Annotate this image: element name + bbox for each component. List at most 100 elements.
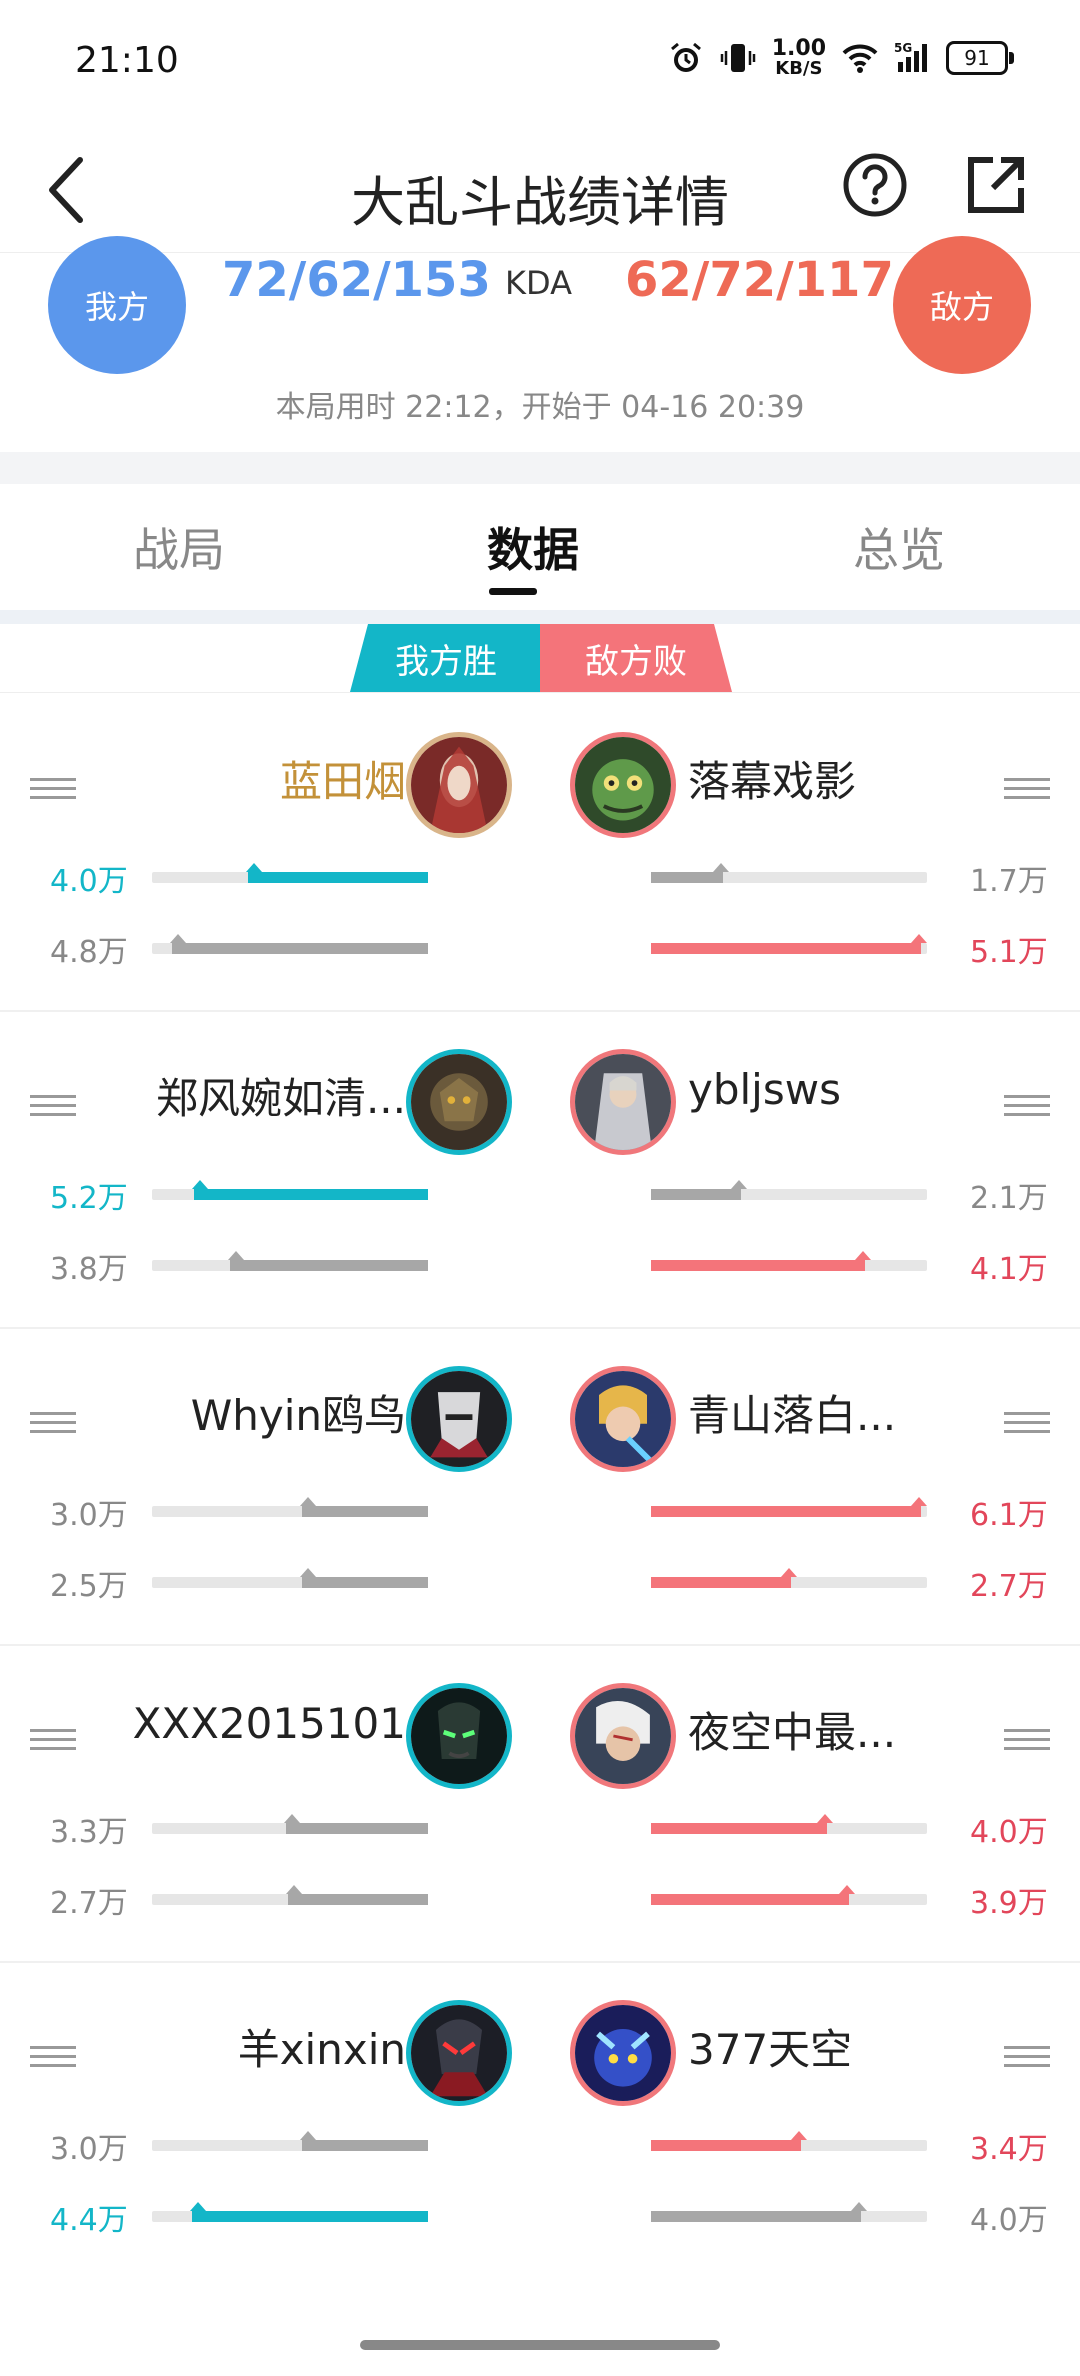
- taken-bar-theirs: [651, 1251, 927, 1271]
- tab-data[interactable]: 数据: [487, 514, 579, 580]
- bar-fill: [190, 2202, 428, 2222]
- damage-dealt-theirs: 1.7万: [970, 864, 1048, 899]
- player-name-ours[interactable]: Whyin鸥鸟: [191, 1382, 406, 1443]
- player-name-theirs[interactable]: 377天空: [688, 2016, 852, 2077]
- player-name-ours[interactable]: XXX2015101: [133, 1699, 406, 1748]
- drag-handle-icon[interactable]: [1004, 1095, 1050, 1117]
- bar-fill: [651, 1497, 927, 1517]
- alarm-icon: [668, 40, 704, 76]
- damage-bar-ours: [152, 863, 428, 883]
- drag-handle-icon[interactable]: [30, 778, 76, 800]
- damage-dealt-theirs: 4.0万: [970, 1815, 1048, 1850]
- bar-fill: [651, 934, 927, 954]
- kda-label: KDA: [505, 264, 572, 302]
- taken-bar-theirs: [651, 1885, 927, 1905]
- bar-fill: [651, 2202, 867, 2222]
- bar-fill: [300, 1568, 428, 1588]
- drag-handle-icon[interactable]: [30, 1095, 76, 1117]
- damage-taken-theirs: 3.9万: [970, 1886, 1048, 1921]
- player-name-theirs[interactable]: 落幕戏影: [688, 748, 856, 809]
- taken-bar-theirs: [651, 934, 927, 954]
- damage-bar-theirs: [651, 1497, 927, 1517]
- bar-fill: [284, 1814, 428, 1834]
- damage-bar-ours: [152, 1497, 428, 1517]
- drag-handle-icon[interactable]: [1004, 1412, 1050, 1434]
- match-summary: 我方 72/62/153 KDA 62/72/117 敌方 本局用时 22:12…: [0, 236, 1080, 452]
- taken-bar-ours: [152, 1568, 428, 1588]
- bar-fill: [651, 1568, 797, 1588]
- avatar[interactable]: [406, 1366, 512, 1472]
- damage-bar-theirs: [651, 2131, 927, 2151]
- help-button[interactable]: [842, 152, 908, 218]
- section-divider: [0, 452, 1080, 484]
- damage-bar-theirs: [651, 863, 927, 883]
- svg-text:5G: 5G: [894, 41, 912, 55]
- player-name-ours[interactable]: 郑风婉如清...: [156, 1065, 406, 1126]
- theirs-team-badge: 敌方: [893, 236, 1031, 374]
- avatar[interactable]: [406, 1683, 512, 1789]
- player-name-theirs[interactable]: ybljsws: [688, 1065, 841, 1114]
- external-link-icon: [968, 157, 1024, 213]
- divider: [0, 692, 1080, 693]
- damage-taken-ours: 4.8万: [50, 935, 128, 970]
- damage-dealt-ours: 3.3万: [50, 1815, 128, 1850]
- player-row: Whyin鸥鸟 青山落白... 3.0万 6.1万 2.5万 2.7万: [0, 1328, 1080, 1646]
- drag-handle-icon[interactable]: [1004, 2046, 1050, 2068]
- bar-fill: [286, 1885, 428, 1905]
- page-title: 大乱斗战绩详情: [351, 171, 729, 234]
- bar-fill: [651, 2131, 807, 2151]
- kda-ours: 72/62/153: [222, 252, 491, 308]
- drag-handle-icon[interactable]: [30, 1412, 76, 1434]
- app-header: 大乱斗战绩详情: [0, 128, 1080, 253]
- damage-taken-ours: 3.8万: [50, 1252, 128, 1287]
- bar-fill: [300, 2131, 428, 2151]
- taken-bar-theirs: [651, 2202, 927, 2222]
- drag-handle-icon[interactable]: [1004, 778, 1050, 800]
- damage-taken-ours: 2.7万: [50, 1886, 128, 1921]
- damage-dealt-ours: 4.0万: [50, 864, 128, 899]
- damage-dealt-ours: 3.0万: [50, 2132, 128, 2167]
- damage-taken-ours: 2.5万: [50, 1569, 128, 1604]
- match-duration: 本局用时 22:12，开始于 04-16 20:39: [275, 390, 805, 425]
- player-name-ours[interactable]: 羊xinxin: [238, 2016, 406, 2077]
- tab-overview[interactable]: 总览: [853, 514, 945, 580]
- avatar[interactable]: [406, 2000, 512, 2106]
- avatar[interactable]: [570, 2000, 676, 2106]
- player-row: 蓝田烟 落幕戏影 4.0万 1.7万 4.8万 5.1万: [0, 694, 1080, 1012]
- avatar[interactable]: [406, 732, 512, 838]
- player-name-theirs[interactable]: 夜空中最...: [688, 1699, 896, 1760]
- question-icon: [843, 153, 907, 217]
- avatar[interactable]: [570, 732, 676, 838]
- taken-bar-ours: [152, 1885, 428, 1905]
- avatar[interactable]: [570, 1366, 676, 1472]
- damage-taken-theirs: 5.1万: [970, 935, 1048, 970]
- win-tag: 我方胜: [350, 624, 542, 692]
- player-name-theirs[interactable]: 青山落白...: [688, 1382, 896, 1443]
- avatar[interactable]: [570, 1049, 676, 1155]
- tab-bar: 战局 数据 总览: [0, 484, 1080, 610]
- vibrate-icon: [720, 40, 756, 76]
- drag-handle-icon[interactable]: [30, 1729, 76, 1751]
- damage-taken-theirs: 2.7万: [970, 1569, 1048, 1604]
- drag-handle-icon[interactable]: [30, 2046, 76, 2068]
- avatar[interactable]: [406, 1049, 512, 1155]
- tab-battle[interactable]: 战局: [133, 514, 225, 580]
- bar-fill: [651, 1814, 833, 1834]
- player-name-ours[interactable]: 蓝田烟: [280, 748, 406, 809]
- damage-dealt-ours: 5.2万: [50, 1181, 128, 1216]
- taken-bar-ours: [152, 2202, 428, 2222]
- damage-bar-theirs: [651, 1180, 927, 1200]
- share-button[interactable]: [963, 152, 1029, 218]
- taken-bar-ours: [152, 934, 428, 954]
- damage-taken-theirs: 4.0万: [970, 2203, 1048, 2238]
- damage-bar-ours: [152, 1814, 428, 1834]
- damage-bar-ours: [152, 1180, 428, 1200]
- damage-dealt-ours: 3.0万: [50, 1498, 128, 1533]
- bar-fill: [246, 863, 428, 883]
- player-row: 郑风婉如清... ybljsws 5.2万 2.1万 3.8万 4.1万: [0, 1011, 1080, 1329]
- damage-bar-ours: [152, 2131, 428, 2151]
- home-indicator[interactable]: [360, 2340, 720, 2350]
- damage-dealt-theirs: 3.4万: [970, 2132, 1048, 2167]
- avatar[interactable]: [570, 1683, 676, 1789]
- drag-handle-icon[interactable]: [1004, 1729, 1050, 1751]
